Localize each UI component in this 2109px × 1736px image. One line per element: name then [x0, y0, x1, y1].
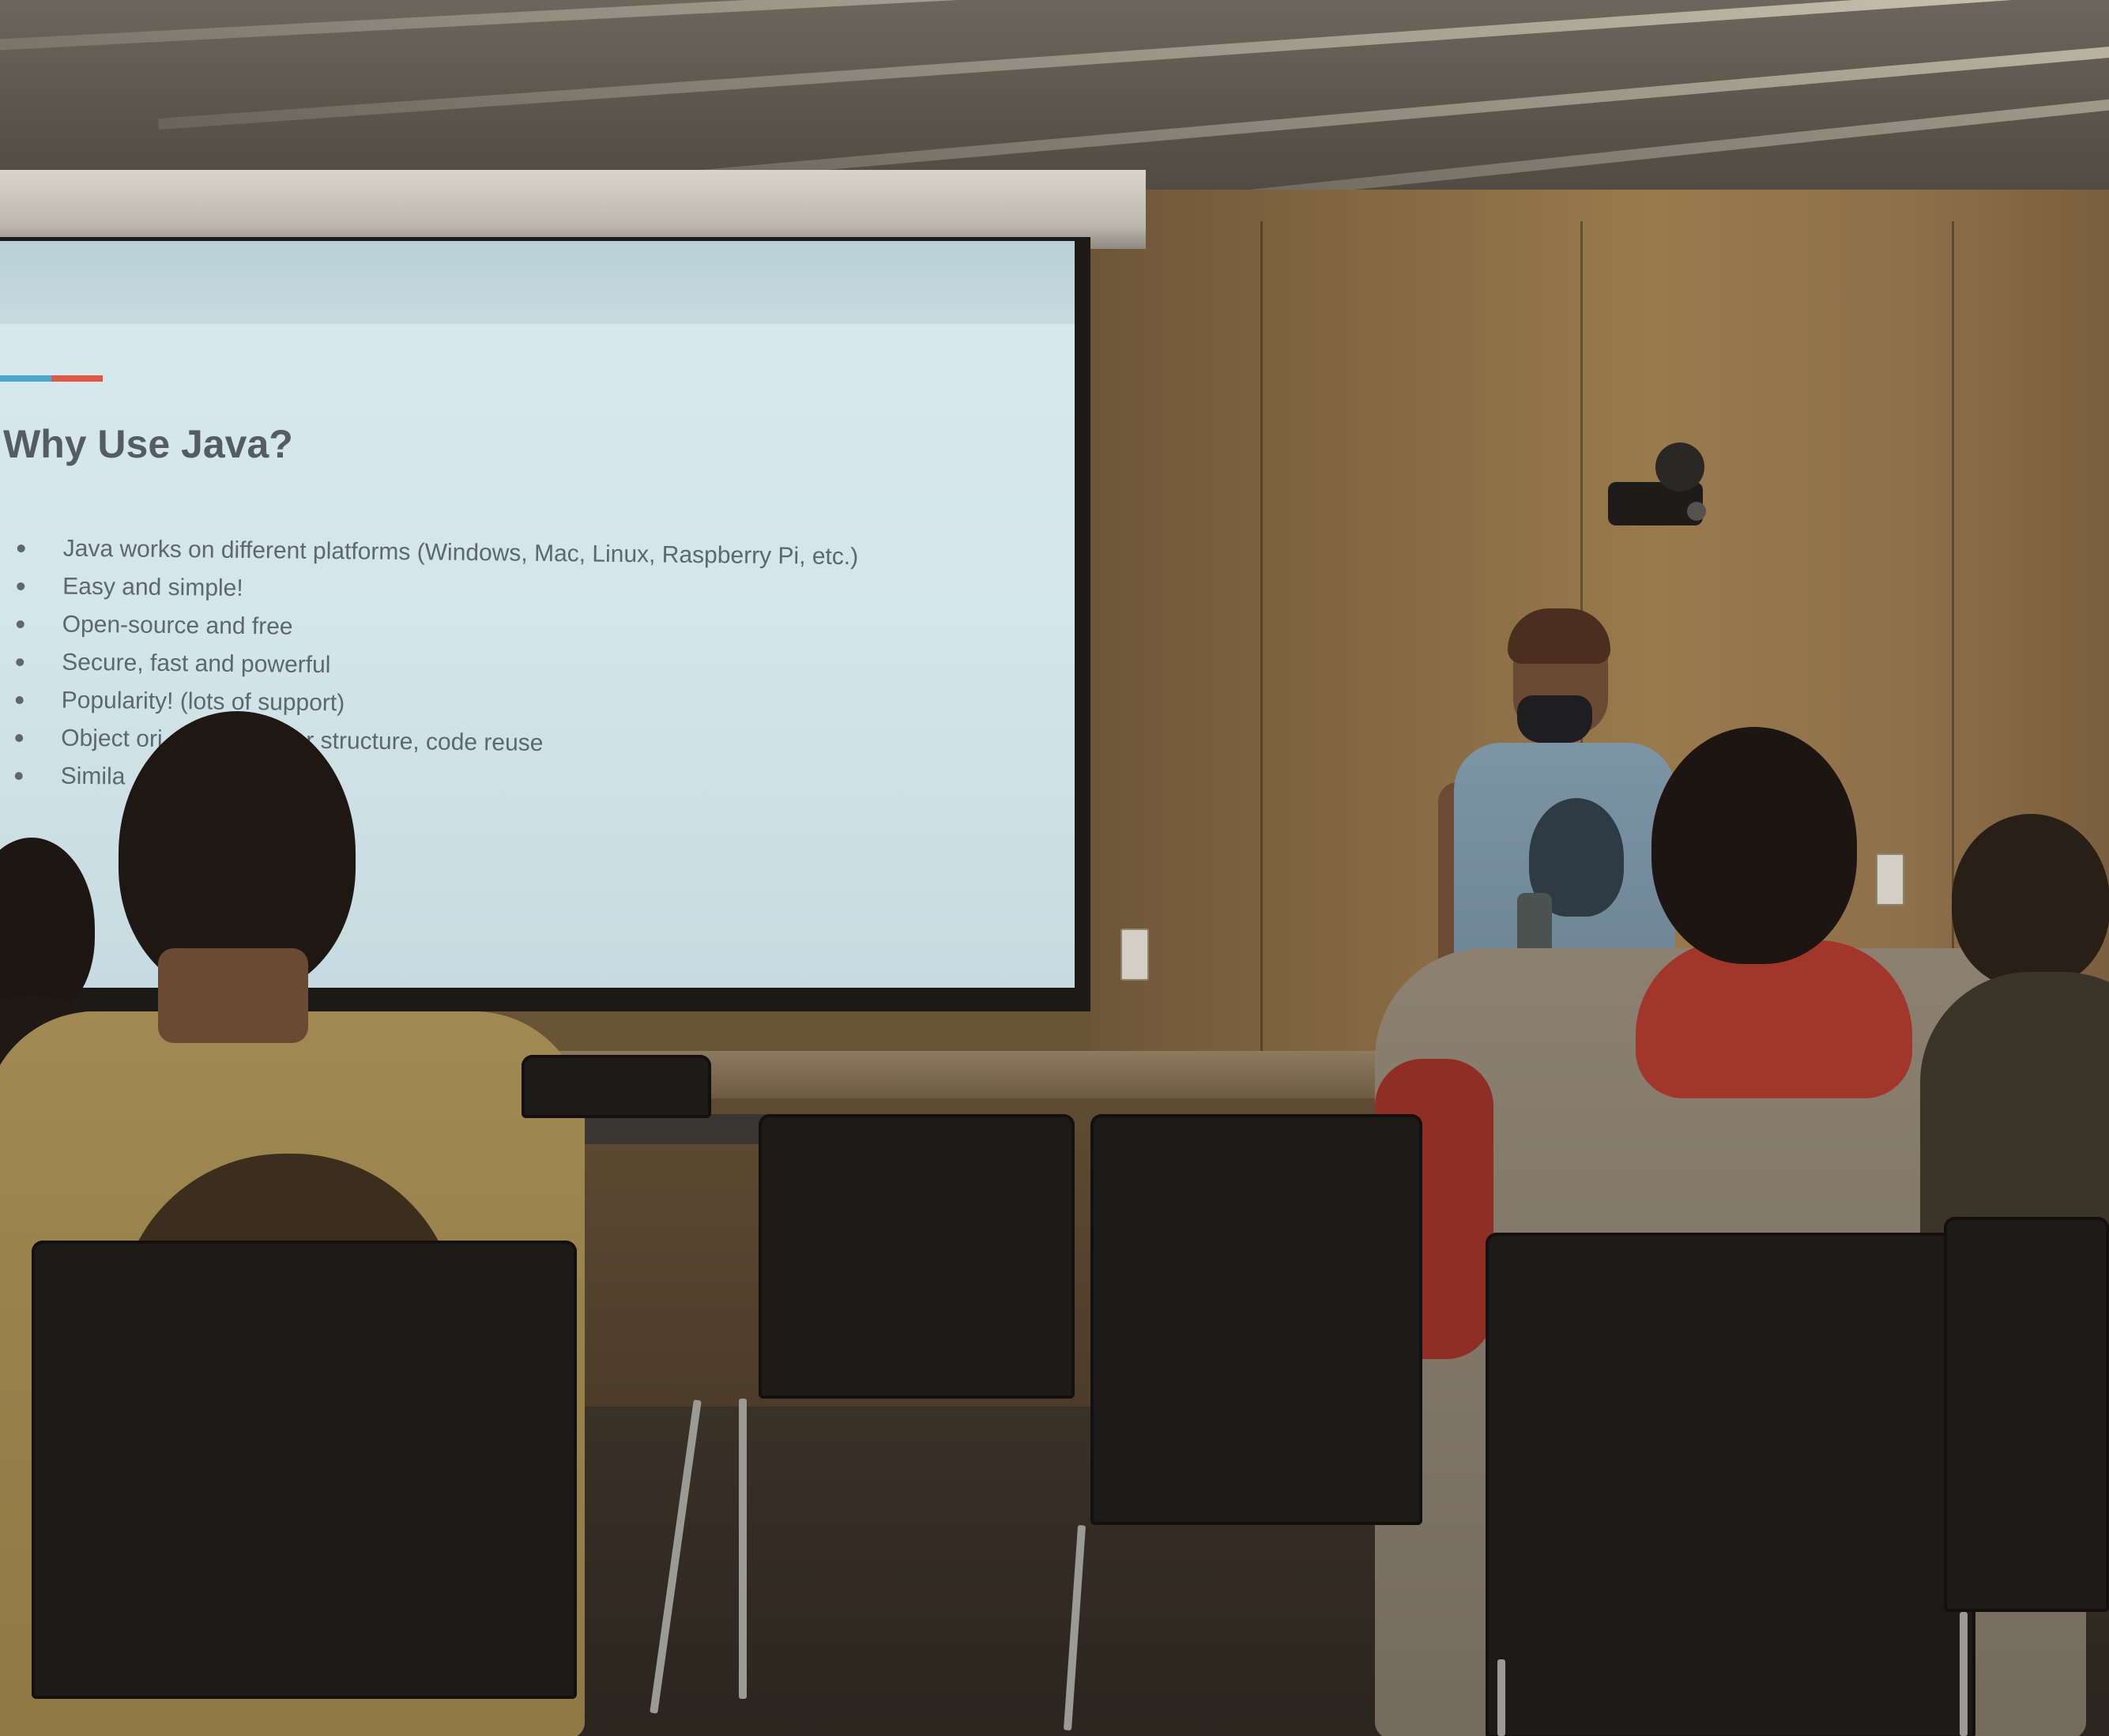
hoodie-hood — [1636, 940, 1912, 1098]
chair — [1944, 1217, 2109, 1612]
chair-leg — [1497, 1659, 1505, 1736]
classroom-scene: Why Use Java? Java works on different pl… — [0, 0, 2109, 1736]
chair — [759, 1114, 1075, 1399]
wall-light-switch — [1876, 853, 1904, 906]
wall-camera — [1600, 442, 1711, 529]
slide-header-band — [0, 241, 1075, 324]
wall-panel-seam — [1952, 221, 1954, 1059]
slide-bullet-list: Java works on different platforms (Windo… — [13, 529, 858, 804]
chair — [32, 1241, 577, 1699]
slide-accent-bar — [0, 375, 103, 382]
chair — [1486, 1233, 1975, 1736]
chair — [522, 1055, 711, 1118]
wall-outlet — [1120, 928, 1149, 981]
chair-leg — [739, 1399, 747, 1699]
chair-leg — [1960, 1612, 1968, 1736]
slide-title: Why Use Java? — [3, 422, 293, 466]
wall-panel-seam — [1260, 221, 1263, 1059]
chair — [1090, 1114, 1422, 1525]
